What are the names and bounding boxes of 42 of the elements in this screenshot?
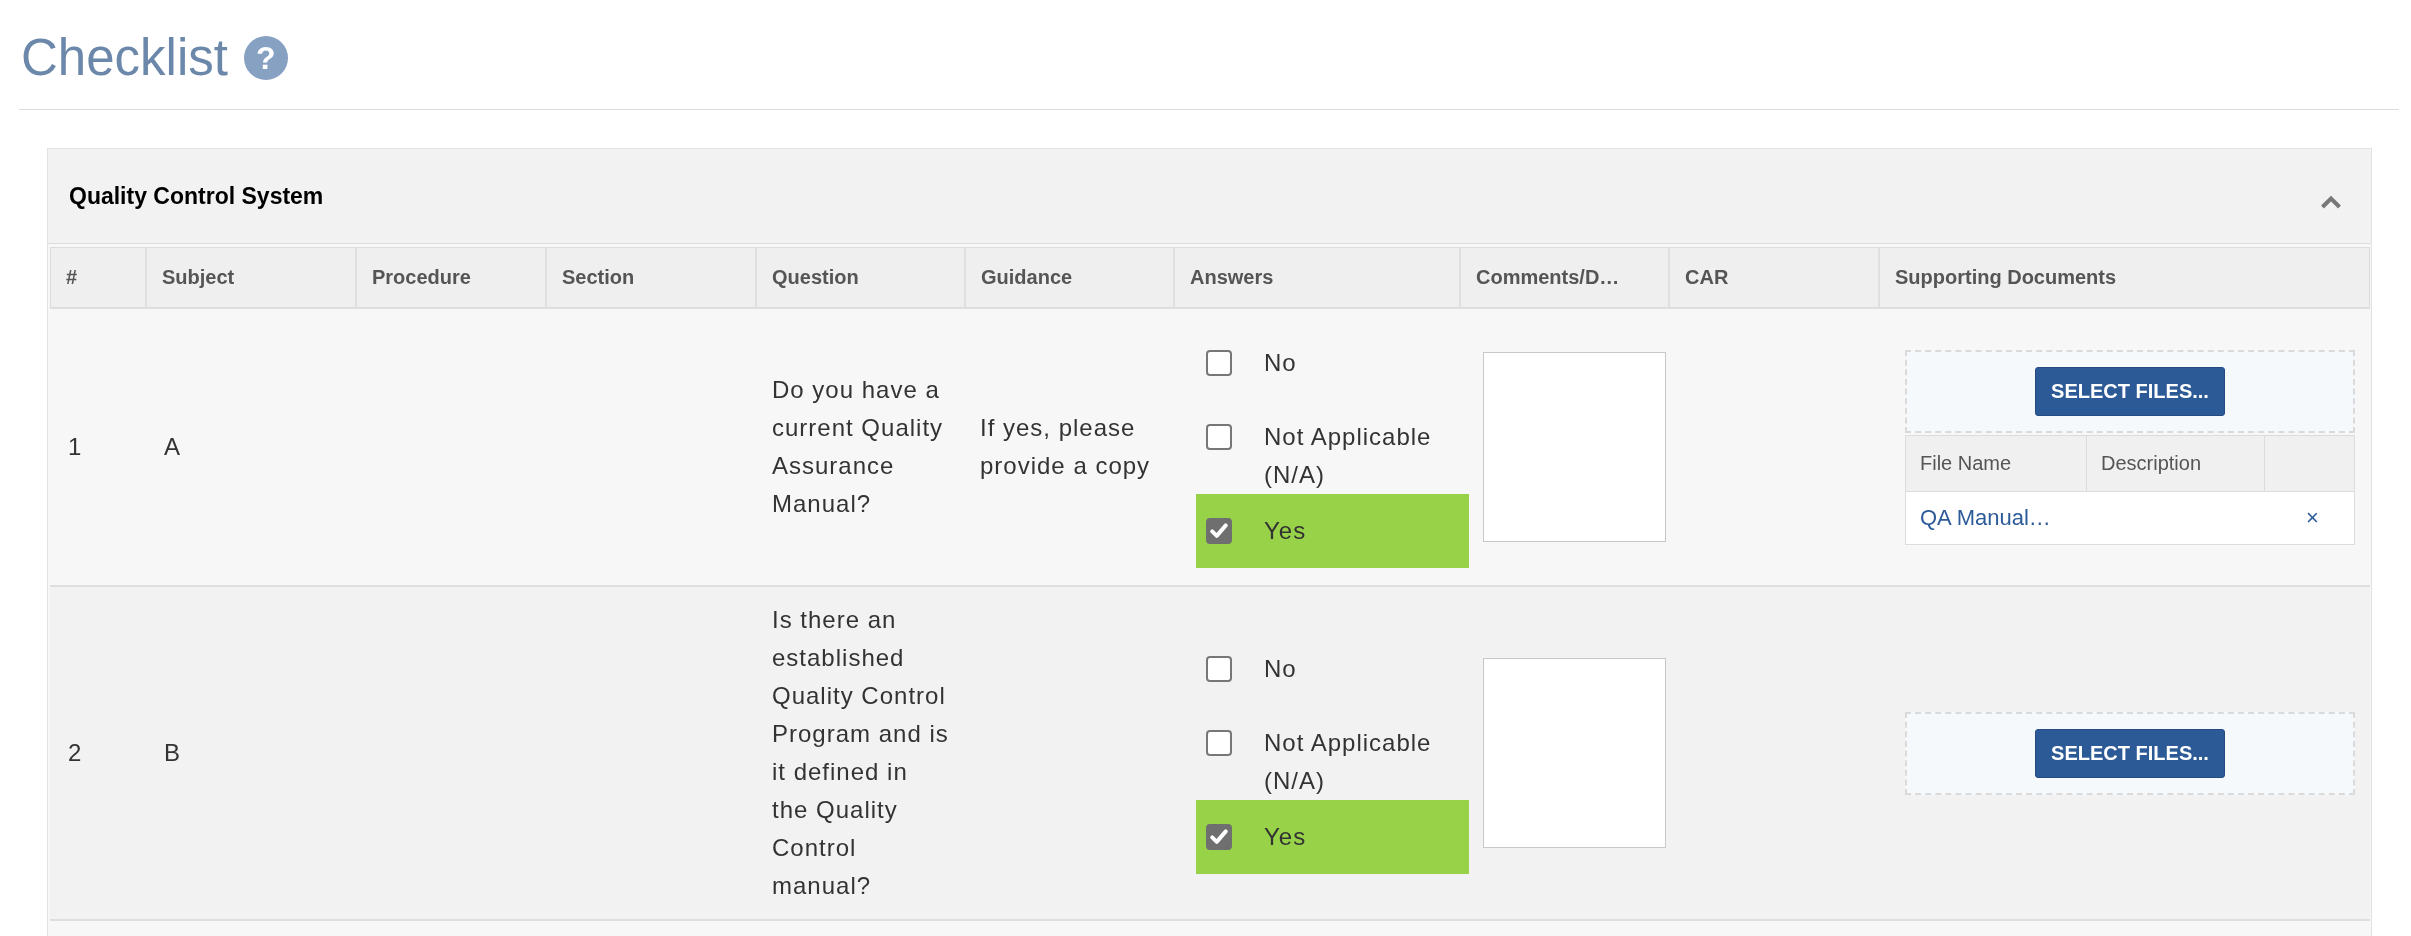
chevron-up-icon[interactable] — [2320, 195, 2342, 209]
checkbox[interactable] — [1206, 824, 1232, 850]
answer-label: No — [1264, 654, 1298, 684]
select-files-button[interactable]: SELECT FILES... — [2035, 728, 2225, 778]
file-link[interactable]: QA Manual… — [1906, 498, 2051, 537]
question-text: Is there an established Quality Control Program and is it defined in the Quality Control manual? — [772, 605, 950, 901]
column-header: Guidance — [981, 266, 1073, 289]
checkbox[interactable] — [1206, 656, 1232, 682]
checkbox[interactable] — [1206, 730, 1232, 756]
check-icon — [1210, 522, 1228, 540]
page-title: Checklist — [21, 28, 228, 88]
column-header: Supporting Documents — [1895, 266, 2117, 289]
subject-text: A — [164, 433, 181, 460]
row-number: 2 — [68, 739, 83, 766]
column-header: Procedure — [372, 266, 471, 289]
column-header: Subject — [162, 266, 235, 289]
column-header: Description — [2101, 451, 2202, 476]
section-title: Quality Control System — [69, 182, 324, 210]
column-header: Question — [772, 266, 859, 289]
remove-file-button[interactable]: × — [2306, 498, 2319, 537]
answer-label: No — [1264, 348, 1298, 378]
checkbox[interactable] — [1206, 350, 1232, 376]
answer-label: Not Applicable (N/A) — [1264, 728, 1433, 796]
answer-label: Not Applicable (N/A) — [1264, 422, 1433, 490]
comment-field[interactable] — [1483, 658, 1666, 848]
answer-label: Yes — [1264, 516, 1308, 546]
comment-field[interactable] — [1483, 352, 1666, 542]
column-header: CAR — [1685, 266, 1729, 289]
check-icon — [1210, 828, 1228, 846]
question-text: Do you have a current Quality Assurance Manual? — [772, 375, 945, 519]
subject-text: B — [164, 739, 181, 766]
select-files-button[interactable]: SELECT FILES... — [2035, 366, 2225, 416]
checkbox[interactable] — [1206, 424, 1232, 450]
column-header: Answers — [1190, 266, 1274, 289]
column-header: File Name — [1920, 451, 2012, 476]
row-number: 1 — [68, 433, 83, 460]
checkbox[interactable] — [1206, 518, 1232, 544]
column-header: # — [66, 266, 78, 289]
answer-label: Yes — [1264, 822, 1308, 852]
guidance-text: If yes, please provide a copy — [980, 413, 1152, 481]
column-header: Comments/D… — [1476, 266, 1620, 289]
column-header: Section — [562, 266, 635, 289]
